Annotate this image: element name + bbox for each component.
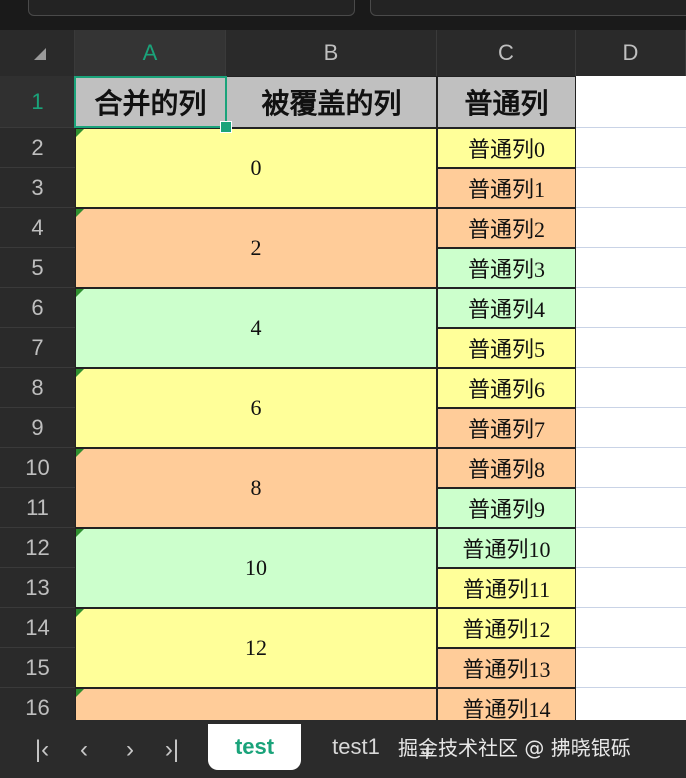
merged-cell[interactable]: 14 (75, 688, 437, 720)
comment-indicator-icon (76, 369, 84, 377)
sheet-tab-bar: |‹ ‹ › ›| test test1 + 掘金技术社区 @ 拂晓银砾 (0, 720, 686, 778)
prev-sheet-icon[interactable]: ‹ (72, 736, 96, 764)
formula-bar[interactable] (370, 0, 686, 16)
normal-cell[interactable]: 普通列9 (437, 488, 576, 528)
comment-indicator-icon (76, 609, 84, 617)
normal-cell[interactable]: 普通列4 (437, 288, 576, 328)
select-all-corner[interactable] (0, 30, 75, 76)
row-header-1[interactable]: 1 (0, 76, 75, 128)
cell-d13[interactable] (576, 568, 686, 608)
cell-d9[interactable] (576, 408, 686, 448)
name-box[interactable] (28, 0, 355, 16)
toolbar (0, 0, 686, 30)
normal-cell[interactable]: 普通列7 (437, 408, 576, 448)
header-cell-normal[interactable]: 普通列 (437, 76, 576, 128)
spreadsheet-grid: A B C D 1 2 3 4 5 6 7 8 9 10 11 12 13 14 15 16 合并的列 被覆盖的… (0, 30, 686, 720)
row-header-13[interactable]: 13 (0, 568, 75, 608)
cell-d6[interactable] (576, 288, 686, 328)
column-header-b[interactable]: B (226, 30, 437, 76)
cell-d16[interactable] (576, 688, 686, 720)
comment-indicator-icon (76, 289, 84, 297)
merged-cell[interactable]: 2 (75, 208, 437, 288)
row-header-5[interactable]: 5 (0, 248, 75, 288)
row-header-6[interactable]: 6 (0, 288, 75, 328)
normal-cell[interactable]: 普通列13 (437, 648, 576, 688)
row-header-3[interactable]: 3 (0, 168, 75, 208)
normal-cell[interactable]: 普通列2 (437, 208, 576, 248)
cell-d3[interactable] (576, 168, 686, 208)
normal-cell[interactable]: 普通列8 (437, 448, 576, 488)
column-header-c[interactable]: C (437, 30, 576, 76)
cell-d5[interactable] (576, 248, 686, 288)
normal-cell[interactable]: 普通列0 (437, 128, 576, 168)
merged-cell[interactable]: 12 (75, 608, 437, 688)
cell-d4[interactable] (576, 208, 686, 248)
row-header-2[interactable]: 2 (0, 128, 75, 168)
comment-indicator-icon (76, 129, 84, 137)
comment-indicator-icon (76, 449, 84, 457)
cell-d14[interactable] (576, 608, 686, 648)
cell-d12[interactable] (576, 528, 686, 568)
normal-cell[interactable]: 普通列5 (437, 328, 576, 368)
header-cell-covered[interactable]: 被覆盖的列 (226, 76, 437, 128)
normal-cell[interactable]: 普通列12 (437, 608, 576, 648)
row-header-7[interactable]: 7 (0, 328, 75, 368)
fill-handle[interactable] (220, 121, 232, 133)
last-sheet-icon[interactable]: ›| (160, 736, 184, 764)
cell-d10[interactable] (576, 448, 686, 488)
row-header-11[interactable]: 11 (0, 488, 75, 528)
normal-cell[interactable]: 普通列1 (437, 168, 576, 208)
row-header-12[interactable]: 12 (0, 528, 75, 568)
header-cell-merged[interactable]: 合并的列 (75, 76, 226, 128)
cell-d11[interactable] (576, 488, 686, 528)
cell-d2[interactable] (576, 128, 686, 168)
row-header-16[interactable]: 16 (0, 688, 75, 720)
tab-test[interactable]: test (208, 724, 301, 770)
cell-d7[interactable] (576, 328, 686, 368)
comment-indicator-icon (76, 689, 84, 697)
row-header-15[interactable]: 15 (0, 648, 75, 688)
comment-indicator-icon (76, 209, 84, 217)
row-header-14[interactable]: 14 (0, 608, 75, 648)
next-sheet-icon[interactable]: › (118, 736, 142, 764)
row-header-10[interactable]: 10 (0, 448, 75, 488)
tab-test1[interactable]: test1 (320, 724, 392, 770)
merged-cell[interactable]: 6 (75, 368, 437, 448)
normal-cell[interactable]: 普通列3 (437, 248, 576, 288)
row-header-4[interactable]: 4 (0, 208, 75, 248)
watermark: 掘金技术社区 @ 拂晓银砾 (398, 736, 631, 760)
row-header-9[interactable]: 9 (0, 408, 75, 448)
normal-cell[interactable]: 普通列10 (437, 528, 576, 568)
first-sheet-icon[interactable]: |‹ (30, 736, 54, 764)
column-header-a[interactable]: A (75, 30, 226, 76)
row-header-8[interactable]: 8 (0, 368, 75, 408)
merged-cell[interactable]: 4 (75, 288, 437, 368)
comment-indicator-icon (76, 529, 84, 537)
corner-triangle-icon (34, 48, 46, 60)
cell-d15[interactable] (576, 648, 686, 688)
cell-d8[interactable] (576, 368, 686, 408)
normal-cell[interactable]: 普通列6 (437, 368, 576, 408)
column-header-d[interactable]: D (576, 30, 686, 76)
normal-cell[interactable]: 普通列11 (437, 568, 576, 608)
cell-d1[interactable] (576, 76, 686, 128)
merged-cell[interactable]: 0 (75, 128, 437, 208)
normal-cell[interactable]: 普通列14 (437, 688, 576, 720)
merged-cell[interactable]: 10 (75, 528, 437, 608)
merged-cell[interactable]: 8 (75, 448, 437, 528)
